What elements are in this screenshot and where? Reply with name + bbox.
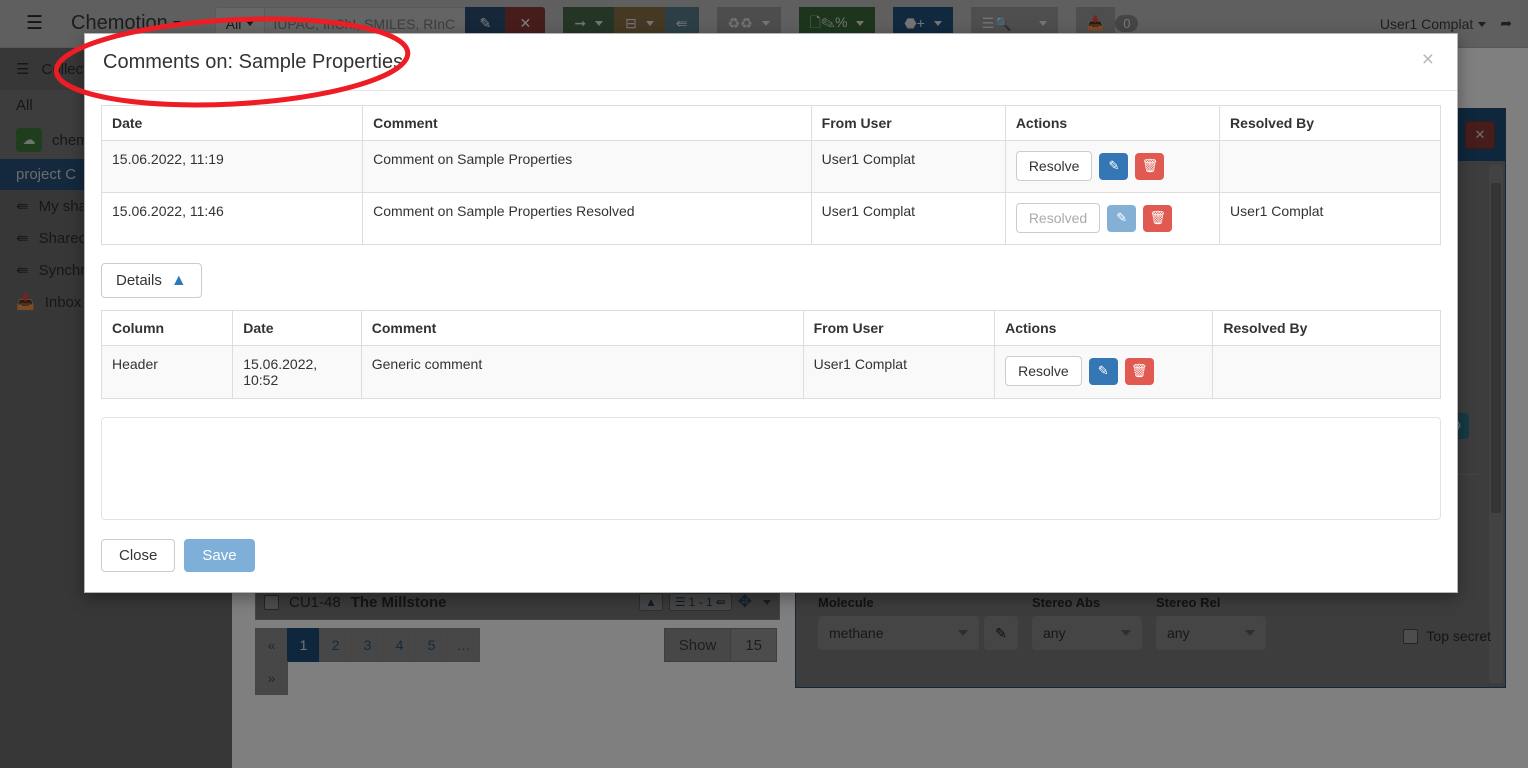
table-row: Header 15.06.2022, 10:52 Generic comment…	[100, 345, 1441, 399]
cell-resolved-by: User1 Complat	[1219, 192, 1441, 245]
chevron-up-icon: ▲	[170, 271, 187, 289]
column-header-resolved-by: Resolved By	[1212, 310, 1441, 346]
table-row: 15.06.2022, 11:19 Comment on Sample Prop…	[100, 140, 1441, 193]
table-header-row: Date Comment From User Actions Resolved …	[100, 105, 1441, 141]
modal-footer: Close Save	[101, 523, 1441, 572]
cell-from-user: User1 Complat	[810, 192, 1006, 245]
cell-from-user: User1 Complat	[802, 345, 996, 399]
details-table: Column Date Comment From User Actions Re…	[100, 310, 1441, 399]
column-header-actions: Actions	[1004, 105, 1221, 141]
edit-icon[interactable]: ✎	[1088, 357, 1118, 385]
column-header-resolved-by: Resolved By	[1219, 105, 1441, 141]
column-header-actions: Actions	[994, 310, 1214, 346]
table-header-row: Column Date Comment From User Actions Re…	[100, 310, 1441, 346]
column-header-from-user: From User	[802, 310, 996, 346]
comments-modal: Comments on: Sample Properties × Date Co…	[84, 33, 1458, 593]
details-button-label: Details	[116, 272, 162, 289]
cell-comment: Generic comment	[360, 345, 804, 399]
cell-from-user: User1 Complat	[810, 140, 1006, 193]
cell-column: Header	[100, 345, 234, 399]
column-header-from-user: From User	[810, 105, 1006, 141]
trash-icon[interactable]: 🗑	[1143, 204, 1173, 232]
cell-comment: Comment on Sample Properties Resolved	[362, 192, 812, 245]
table-row: 15.06.2022, 11:46 Comment on Sample Prop…	[100, 192, 1441, 245]
trash-icon[interactable]: 🗑	[1135, 152, 1165, 180]
page-title: Comments on: Sample Properties	[103, 50, 404, 73]
edit-icon: ✎	[1107, 204, 1137, 232]
edit-icon[interactable]: ✎	[1099, 152, 1129, 180]
comment-input[interactable]	[101, 417, 1441, 520]
cell-date: 15.06.2022, 11:46	[100, 192, 364, 245]
cell-actions: Resolved ✎ 🗑	[1004, 192, 1221, 245]
cell-resolved-by	[1212, 345, 1441, 399]
comments-table: Date Comment From User Actions Resolved …	[100, 105, 1441, 245]
cell-comment: Comment on Sample Properties	[362, 140, 812, 193]
column-header-comment: Comment	[360, 310, 804, 346]
resolve-button[interactable]: Resolve	[1005, 356, 1082, 386]
cell-actions: Resolve ✎ 🗑	[1004, 140, 1221, 193]
resolved-button: Resolved	[1015, 203, 1101, 233]
close-button[interactable]: Close	[101, 539, 176, 572]
modal-header: Comments on: Sample Properties ×	[85, 34, 1457, 91]
cell-actions: Resolve ✎ 🗑	[994, 345, 1214, 399]
column-header-comment: Comment	[362, 105, 812, 141]
details-toggle-button[interactable]: Details ▲	[101, 263, 202, 298]
close-icon[interactable]: ×	[1416, 48, 1440, 71]
save-button: Save	[184, 539, 255, 572]
column-header-column: Column	[100, 310, 234, 346]
column-header-date: Date	[232, 310, 362, 346]
modal-body: Date Comment From User Actions Resolved …	[85, 91, 1457, 572]
cell-date: 15.06.2022, 11:19	[100, 140, 364, 193]
trash-icon[interactable]: 🗑	[1124, 357, 1154, 385]
cell-resolved-by	[1219, 140, 1441, 193]
resolve-button[interactable]: Resolve	[1015, 151, 1093, 181]
cell-date: 15.06.2022, 10:52	[232, 345, 362, 399]
column-header-date: Date	[100, 105, 364, 141]
